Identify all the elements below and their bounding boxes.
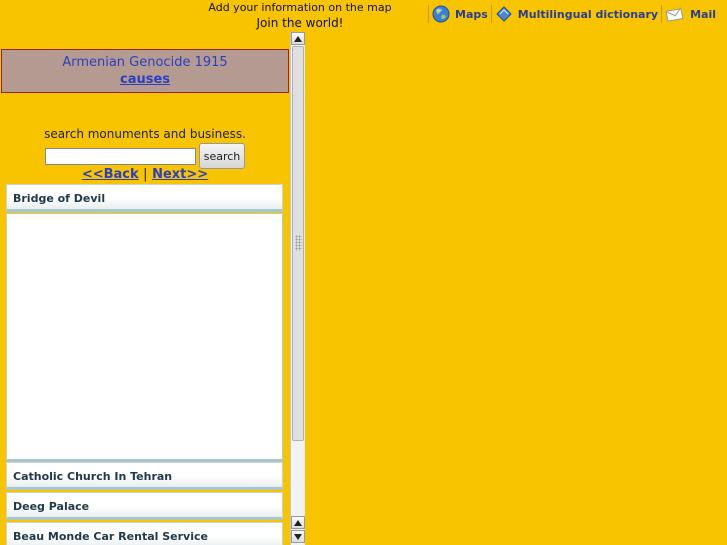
nav-maps[interactable]: Maps (428, 5, 491, 23)
book-icon (495, 5, 513, 23)
envelope-icon (665, 5, 685, 23)
nav-mail-label: Mail (690, 7, 716, 21)
scroll-thumb[interactable] (292, 46, 304, 441)
search-button[interactable]: search (199, 143, 245, 169)
scroll-up-button[interactable] (291, 32, 305, 45)
results-list: Bridge of Devil Catholic Church In Tehra… (6, 184, 283, 545)
nav-dictionary-label: Multilingual dictionary (517, 7, 659, 21)
top-nav: Maps Multilingual dictionary Mail (428, 5, 719, 23)
pager: <<Back | Next>> (0, 167, 290, 182)
grip-icon (295, 235, 302, 251)
header-tagline[interactable]: Add your information on the map (200, 1, 400, 14)
vertical-scrollbar[interactable] (290, 32, 305, 545)
globe-icon (432, 5, 450, 23)
page: Add your information on the map Join the… (0, 0, 727, 545)
pager-separator: | (143, 167, 148, 182)
nav-dictionary[interactable]: Multilingual dictionary (490, 5, 661, 23)
header-join-text[interactable]: Join the world! (200, 15, 400, 31)
list-item-catholic-church[interactable]: Catholic Church In Tehran (6, 462, 283, 490)
list-item-beau-monde[interactable]: Beau Monde Car Rental Service (6, 522, 283, 545)
scroll-down-button[interactable] (291, 530, 305, 543)
left-panel: Armenian Genocide 1915 causes search mon… (0, 32, 290, 545)
list-item-details-panel (6, 213, 283, 462)
nav-maps-label: Maps (455, 7, 488, 21)
next-link[interactable]: Next>> (152, 167, 208, 182)
back-link[interactable]: <<Back (82, 167, 139, 182)
arrow-up-icon (294, 519, 302, 526)
list-item-bridge-of-devil[interactable]: Bridge of Devil (6, 184, 283, 212)
scroll-up-button-bottom[interactable] (291, 516, 305, 529)
genocide-banner: Armenian Genocide 1915 causes (1, 49, 289, 93)
banner-title: Armenian Genocide 1915 (62, 55, 228, 70)
nav-mail[interactable]: Mail (661, 5, 719, 23)
list-item-deeg-palace[interactable]: Deeg Palace (6, 492, 283, 520)
search-input[interactable] (45, 148, 196, 165)
search-label: search monuments and business. (44, 127, 246, 141)
arrow-up-icon (294, 35, 302, 42)
top-header: Add your information on the map Join the… (200, 0, 400, 31)
arrow-down-icon (294, 533, 302, 540)
banner-causes-link[interactable]: causes (2, 71, 288, 89)
